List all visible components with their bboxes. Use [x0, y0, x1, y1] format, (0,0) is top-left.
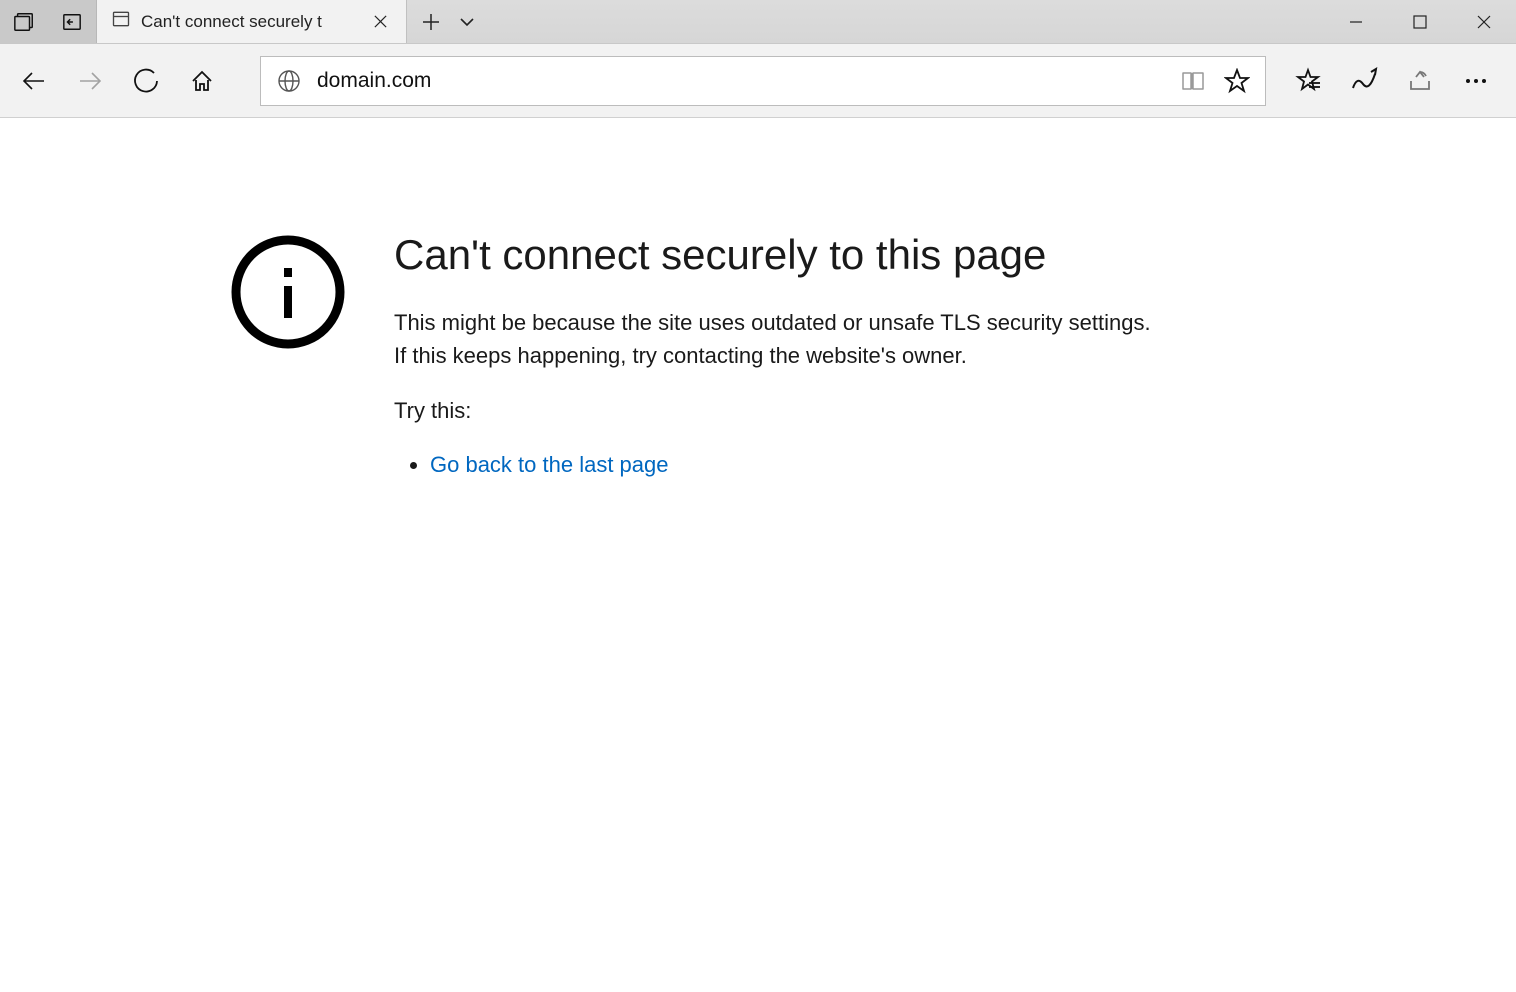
toolbar-right [1280, 53, 1510, 109]
minimize-button[interactable] [1324, 0, 1388, 44]
error-title: Can't connect securely to this page [394, 232, 1154, 278]
titlebar-left-controls [0, 0, 97, 43]
tab-overflow-button[interactable] [449, 0, 485, 44]
home-button[interactable] [174, 53, 230, 109]
error-body: Can't connect securely to this page This… [394, 232, 1154, 484]
titlebar: Can't connect securely t [0, 0, 1516, 44]
suggestions-list: Go back to the last page [394, 452, 1154, 478]
browser-tab[interactable]: Can't connect securely t [97, 0, 407, 43]
address-bar[interactable] [260, 56, 1266, 106]
tab-actions [407, 0, 485, 43]
try-this-label: Try this: [394, 398, 1154, 424]
globe-icon [275, 67, 303, 95]
favorites-hub-button[interactable] [1280, 53, 1336, 109]
set-tabs-aside-button[interactable] [48, 0, 96, 44]
maximize-button[interactable] [1388, 0, 1452, 44]
tab-title: Can't connect securely t [141, 12, 352, 32]
info-icon [228, 232, 348, 352]
close-tab-button[interactable] [362, 0, 398, 44]
suggestion-item: Go back to the last page [430, 452, 1154, 478]
refresh-button[interactable] [118, 53, 174, 109]
page-content: Can't connect securely to this page This… [0, 118, 1516, 484]
favorite-star-button[interactable] [1215, 59, 1259, 103]
go-back-link[interactable]: Go back to the last page [430, 452, 669, 477]
more-menu-button[interactable] [1448, 53, 1504, 109]
error-description: This might be because the site uses outd… [394, 306, 1154, 372]
reading-view-button[interactable] [1171, 59, 1215, 103]
tab-page-icon [111, 9, 131, 34]
close-window-button[interactable] [1452, 0, 1516, 44]
share-button[interactable] [1392, 53, 1448, 109]
url-input[interactable] [317, 69, 1171, 93]
toolbar [0, 44, 1516, 118]
back-button[interactable] [6, 53, 62, 109]
forward-button[interactable] [62, 53, 118, 109]
tabs-aside-button[interactable] [0, 0, 48, 44]
new-tab-button[interactable] [413, 0, 449, 44]
notes-button[interactable] [1336, 53, 1392, 109]
window-controls [1324, 0, 1516, 43]
